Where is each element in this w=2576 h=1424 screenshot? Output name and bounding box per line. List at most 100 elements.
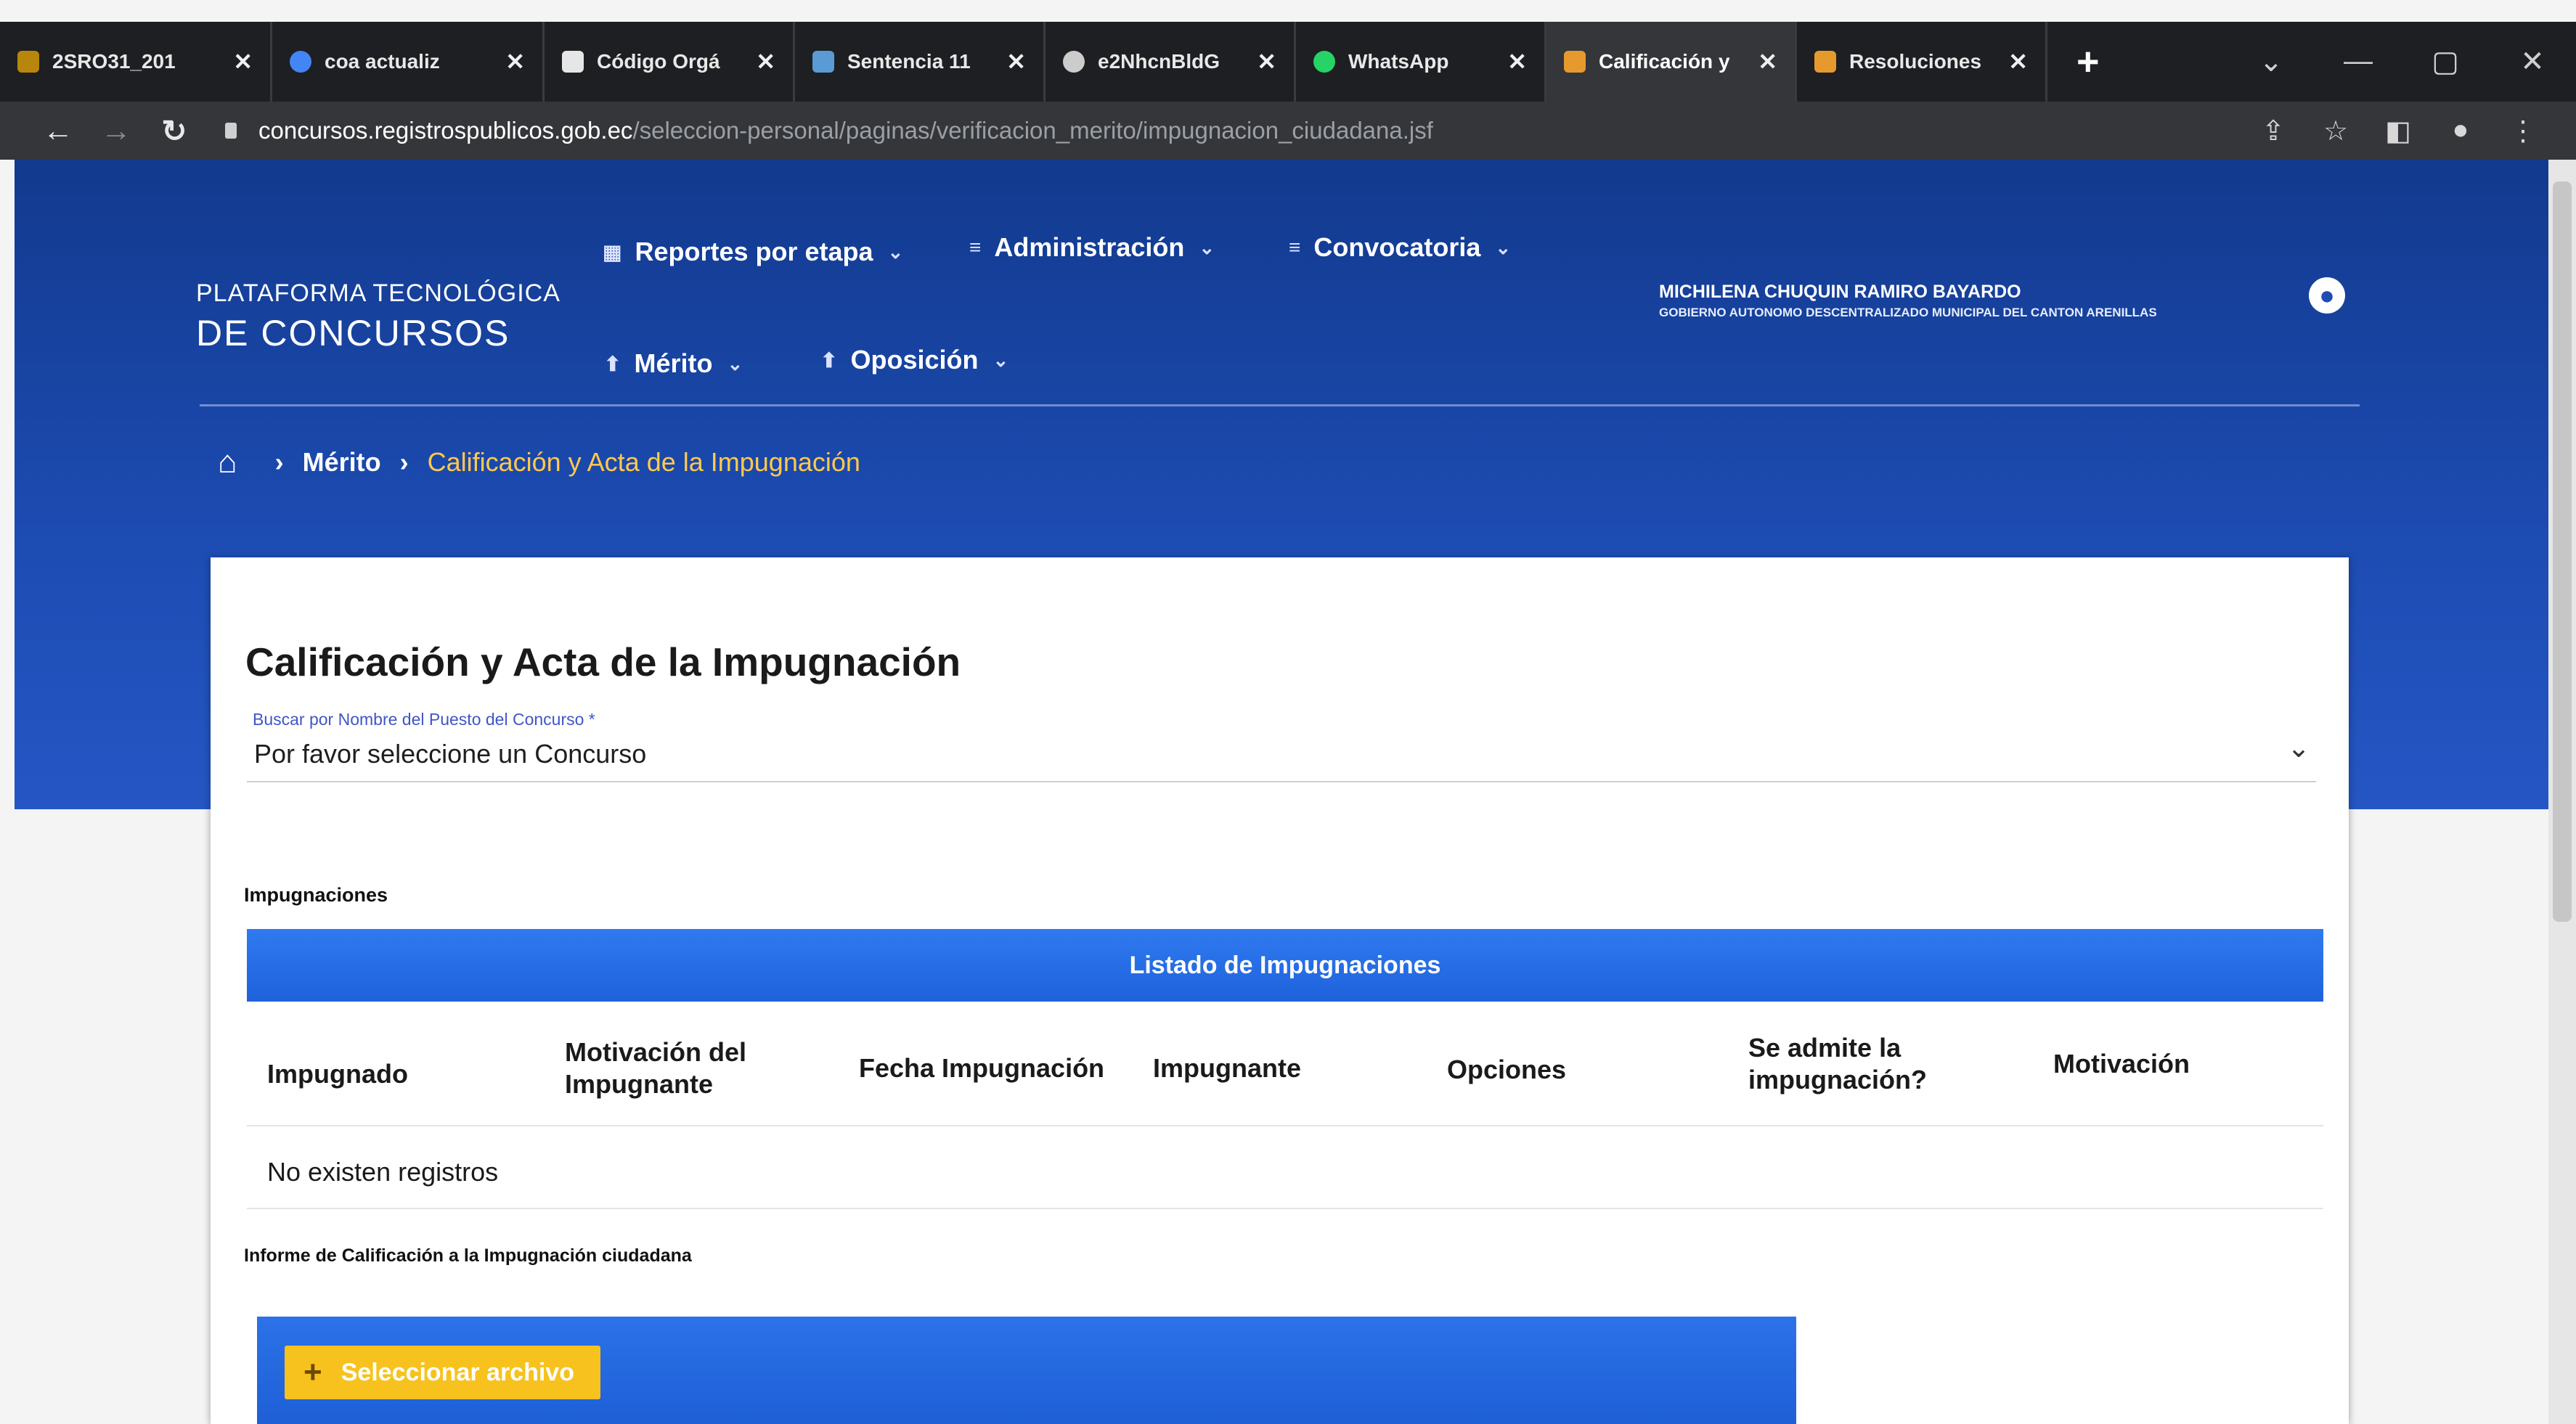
tab-title: 2SRO31_201 (52, 50, 176, 73)
browser-tab-8[interactable]: Resoluciones ✕ (1797, 22, 2047, 102)
google-icon (290, 51, 311, 73)
menu-administracion[interactable]: ≡ Administración ⌄ (969, 232, 1215, 263)
menu-label: Convocatoria (1313, 232, 1481, 262)
browser-menu-icon[interactable]: ⋮ (2492, 115, 2554, 147)
platform-logo[interactable]: PLATAFORMA TECNOLÓGICA DE CONCURSOS (196, 279, 561, 354)
column-se-admite[interactable]: Se admite la impugnación? (1748, 1032, 1952, 1096)
close-tab-icon[interactable]: ✕ (1758, 48, 1777, 75)
close-tab-icon[interactable]: ✕ (2008, 48, 2028, 75)
browser-tab-4[interactable]: Sentencia 11 ✕ (795, 22, 1046, 102)
select-file-button[interactable]: + Seleccionar archivo (285, 1346, 600, 1399)
chevron-down-icon: ⌄ (1495, 236, 1512, 258)
chevron-down-icon: ⌄ (993, 348, 1009, 371)
menu-convocatoria[interactable]: ≡ Convocatoria ⌄ (1289, 232, 1511, 263)
column-motivacion[interactable]: Motivación (2053, 1048, 2190, 1080)
document-icon (812, 51, 834, 73)
browser-tab-2[interactable]: coa actualiz ✕ (272, 22, 545, 102)
list-icon: ≡ (969, 236, 982, 258)
page-title: Calificación y Acta de la Impugnación (245, 639, 961, 684)
browser-tab-5[interactable]: e2NhcnBldG ✕ (1046, 22, 1296, 102)
minimize-icon[interactable]: — (2315, 45, 2402, 78)
menu-label: Oposición (850, 345, 979, 375)
main-card: Calificación y Acta de la Impugnación Bu… (211, 557, 2349, 1424)
back-icon[interactable]: ← (29, 113, 87, 148)
chevron-down-icon: ⌄ (1199, 236, 1215, 258)
browser-tab-1[interactable]: 2SRO31_201 ✕ (0, 22, 272, 102)
close-tab-icon[interactable]: ✕ (1507, 48, 1527, 75)
forward-icon[interactable]: → (87, 113, 145, 148)
user-name: MICHILENA CHUQUIN RAMIRO BAYARDO (1659, 282, 2021, 302)
select-file-label: Seleccionar archivo (341, 1358, 574, 1386)
tab-title: coa actualiz (325, 50, 440, 73)
side-panel-icon[interactable]: ◧ (2367, 115, 2429, 147)
brand-line-2: DE CONCURSOS (196, 313, 510, 353)
browser-tab-bar: 2SRO31_201 ✕ coa actualiz ✕ Código Orgá … (0, 22, 2576, 102)
close-tab-icon[interactable]: ✕ (756, 48, 775, 75)
concurso-search-label: Buscar por Nombre del Puesto del Concurs… (253, 710, 595, 729)
close-tab-icon[interactable]: ✕ (233, 48, 253, 75)
table-header-divider (247, 1125, 2323, 1126)
column-impugnante[interactable]: Impugnante (1153, 1052, 1301, 1084)
column-motivacion-impugnante[interactable]: Motivación del Impugnante (565, 1036, 783, 1100)
url-host: concursos.registrospublicos.gob.ec (258, 117, 633, 144)
upload-icon: ⬆ (820, 348, 838, 372)
impugnaciones-table-title: Listado de Impugnaciones (247, 929, 2323, 1002)
browser-address-bar: ← → ↻ concursos.registrospublicos.gob.ec… (0, 102, 2576, 160)
column-opciones[interactable]: Opciones (1447, 1054, 1566, 1086)
tab-title: Sentencia 11 (847, 50, 971, 73)
reload-icon[interactable]: ↻ (145, 113, 203, 149)
table-empty-message: No existen registros (267, 1157, 499, 1187)
concurso-select[interactable]: Por favor seleccione un Concurso ⌄ (247, 732, 2316, 782)
file-upload-toolbar: + Seleccionar archivo (257, 1317, 1796, 1424)
profile-icon[interactable]: ● (2429, 115, 2492, 147)
column-fecha-impugnacion[interactable]: Fecha Impugnación (859, 1052, 1104, 1084)
share-icon[interactable]: ⇪ (2242, 115, 2304, 147)
whatsapp-icon (1313, 51, 1335, 73)
menu-reportes-por-etapa[interactable]: ▦ Reportes por etapa ⌄ (603, 237, 903, 267)
tab-search-icon[interactable]: ⌄ (2227, 45, 2315, 78)
concurso-select-value: Por favor seleccione un Concurso (254, 739, 647, 769)
close-tab-icon[interactable]: ✕ (505, 48, 525, 75)
tab-title: Calificación y (1599, 50, 1730, 73)
site-favicon-icon (1564, 51, 1586, 73)
site-favicon-icon (1814, 51, 1836, 73)
close-tab-icon[interactable]: ✕ (1257, 48, 1276, 75)
chevron-down-icon: ⌄ (887, 240, 904, 263)
breadcrumb-merito[interactable]: Mérito (303, 447, 381, 478)
browser-tab-3[interactable]: Código Orgá ✕ (545, 22, 795, 102)
plus-icon: + (303, 1354, 322, 1390)
tab-title: WhatsApp (1348, 50, 1449, 73)
menu-label: Administración (994, 232, 1185, 262)
new-tab-icon[interactable]: + (2047, 39, 2129, 84)
restore-icon[interactable]: ▢ (2402, 45, 2489, 78)
breadcrumb-current: Calificación y Acta de la Impugnación (427, 447, 860, 477)
close-tab-icon[interactable]: ✕ (1006, 48, 1026, 75)
lock-icon (225, 123, 237, 139)
user-info: MICHILENA CHUQUIN RAMIRO BAYARDO GOBIERN… (1659, 282, 2157, 320)
breadcrumb: ⌂ › Mérito › Calificación y Acta de la I… (218, 444, 860, 480)
browser-tab-6[interactable]: WhatsApp ✕ (1296, 22, 1546, 102)
header-divider (200, 404, 2360, 406)
globe-icon (1063, 51, 1085, 73)
column-impugnado[interactable]: Impugnado (267, 1058, 408, 1090)
table-row-divider (247, 1208, 2323, 1209)
upload-icon: ⬆ (604, 352, 621, 375)
user-organization: GOBIERNO AUTONOMO DESCENTRALIZADO MUNICI… (1659, 306, 2157, 319)
url-field[interactable]: concursos.registrospublicos.gob.ec /sele… (225, 117, 2242, 144)
menu-label: Reportes por etapa (635, 237, 873, 266)
close-window-icon[interactable]: ✕ (2489, 45, 2576, 78)
page-scrollbar-thumb[interactable] (2553, 181, 2572, 922)
bookmark-star-icon[interactable]: ☆ (2304, 115, 2367, 147)
list-icon: ≡ (1289, 236, 1301, 258)
breadcrumb-separator-icon: › (399, 447, 409, 477)
browser-tab-7-active[interactable]: Calificación y ✕ (1546, 22, 1797, 102)
chevron-down-icon[interactable]: ⌄ (2287, 732, 2310, 764)
tab-favicon-icon (17, 51, 39, 73)
home-icon[interactable]: ⌂ (218, 444, 237, 480)
menu-merito[interactable]: ⬆ Mérito ⌄ (604, 348, 743, 379)
user-account-icon[interactable]: ● (2309, 277, 2345, 314)
menu-oposicion[interactable]: ⬆ Oposición ⌄ (820, 345, 1008, 375)
menu-label: Mérito (634, 348, 713, 378)
tab-title: Código Orgá (597, 50, 720, 73)
document-icon (562, 51, 584, 73)
